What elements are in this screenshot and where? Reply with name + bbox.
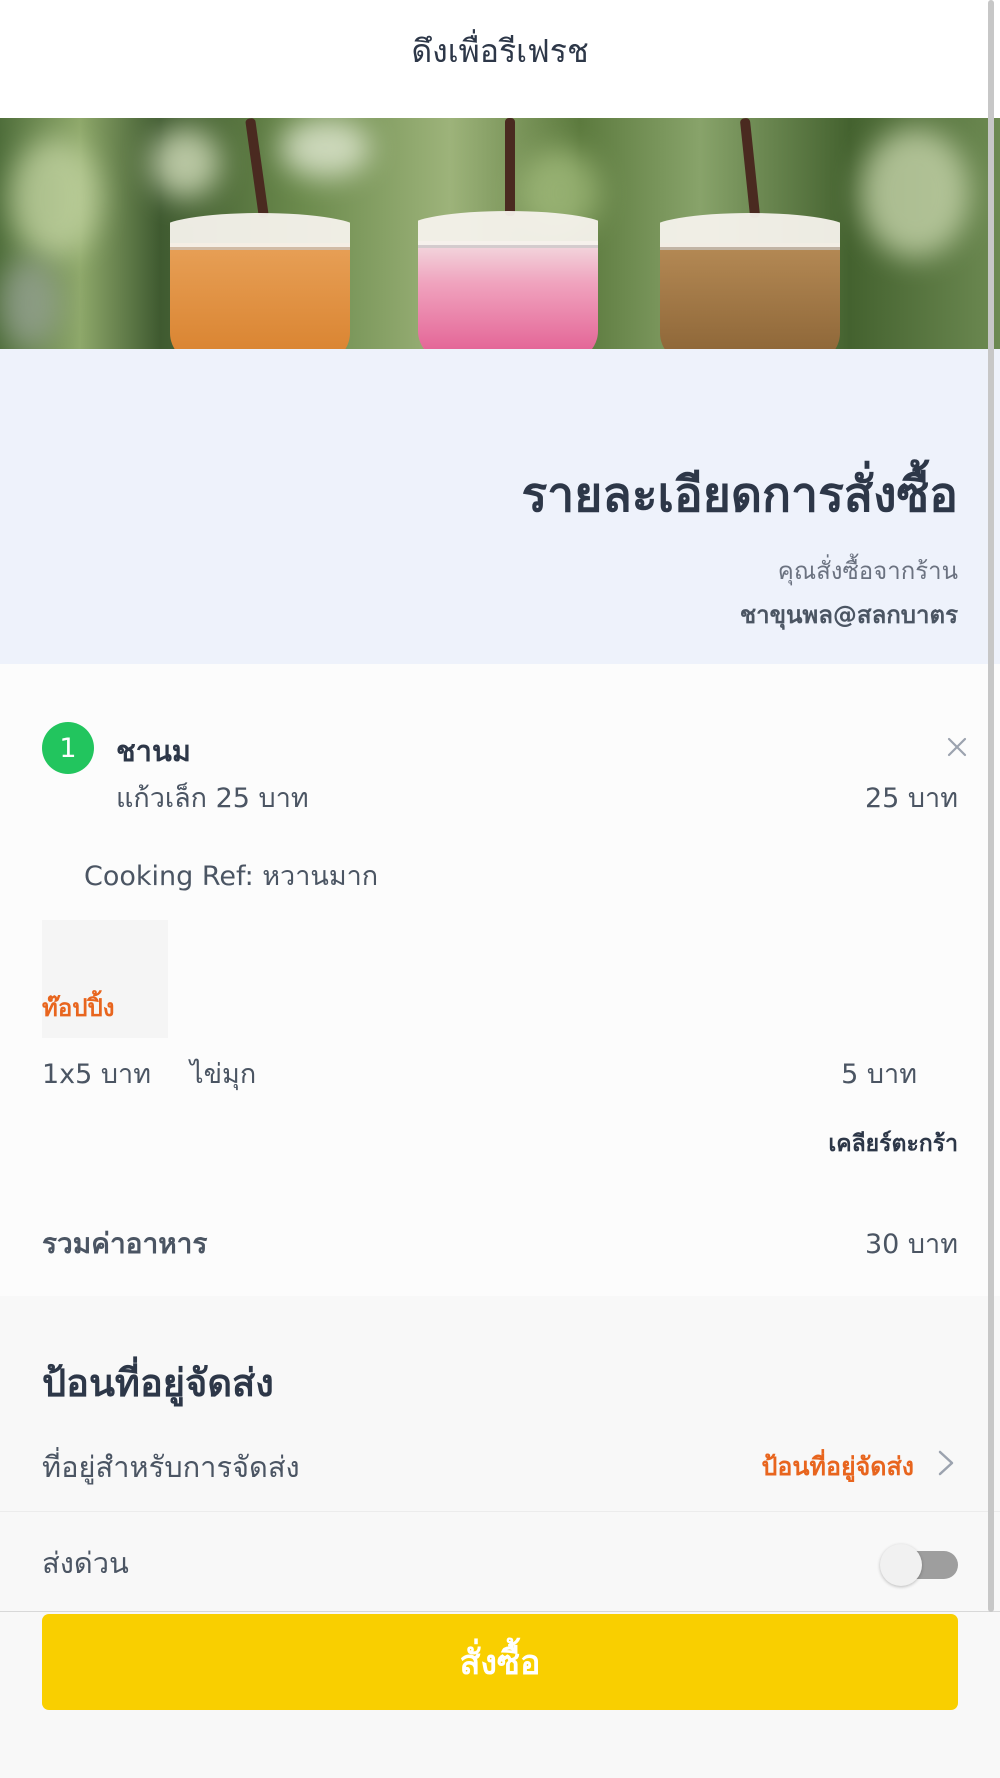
express-delivery-toggle[interactable] bbox=[880, 1544, 958, 1586]
delivery-address-row[interactable]: ที่อยู่สำหรับการจัดส่ง ป้อนที่อยู่จัดส่ง bbox=[0, 1414, 1000, 1512]
order-summary-header: รายละเอียดการสั่งซื้อ คุณสั่งซื้อจากร้าน… bbox=[0, 349, 1000, 664]
order-from-label: คุณสั่งซื้อจากร้าน bbox=[777, 557, 958, 585]
subtotal-label: รวมค่าอาหาร bbox=[42, 1227, 208, 1260]
clear-cart-button[interactable]: เคลียร์ตะกร้า bbox=[828, 1126, 958, 1162]
subtotal-value: 30 บาท bbox=[864, 1229, 958, 1260]
topping-name: ไข่มุก bbox=[190, 1059, 257, 1090]
cart-items-section: 1 ชานม แก้วเล็ก 25 บาท 25 บาท Cooking Re… bbox=[0, 664, 1000, 1296]
shop-name: ชาขุนพล@สลกบาตร bbox=[739, 601, 958, 629]
place-order-button[interactable]: สั่งซื้อ bbox=[42, 1614, 958, 1710]
chevron-right-icon bbox=[938, 1450, 954, 1476]
delivery-title: ป้อนที่อยู่จัดส่ง bbox=[42, 1361, 274, 1405]
item-index-badge: 1 bbox=[42, 722, 94, 774]
close-icon[interactable] bbox=[936, 726, 978, 768]
order-page: ดึงเพื่อรีเฟรช รายละเอียดการสั่งซื้อ คุณ… bbox=[0, 0, 1000, 1778]
scrollbar[interactable] bbox=[988, 0, 994, 1612]
item-size: แก้วเล็ก 25 บาท bbox=[116, 783, 309, 814]
order-title: รายละเอียดการสั่งซื้อ bbox=[521, 467, 958, 523]
pull-to-refresh-header: ดึงเพื่อรีเฟรช bbox=[0, 0, 1000, 118]
express-delivery-label: ส่งด่วน bbox=[42, 1546, 129, 1580]
item-name: ชานม bbox=[116, 734, 191, 768]
topping-price: 5 บาท bbox=[841, 1059, 917, 1090]
cooking-ref: Cooking Ref: หวานมาก bbox=[84, 861, 379, 892]
enter-address-link[interactable]: ป้อนที่อยู่จัดส่ง bbox=[762, 1447, 914, 1487]
hero-drinks-image bbox=[0, 118, 1000, 349]
express-delivery-row: ส่งด่วน bbox=[0, 1512, 1000, 1612]
topping-section-label: ท๊อปปิ้ง bbox=[42, 994, 115, 1022]
toggle-knob bbox=[880, 1544, 922, 1586]
delivery-address-label: ที่อยู่สำหรับการจัดส่ง bbox=[42, 1450, 300, 1484]
pull-to-refresh-text: ดึงเพื่อรีเฟรช bbox=[411, 31, 589, 70]
item-price: 25 บาท bbox=[864, 783, 958, 814]
topping-quantity: 1x5 บาท bbox=[42, 1059, 152, 1090]
